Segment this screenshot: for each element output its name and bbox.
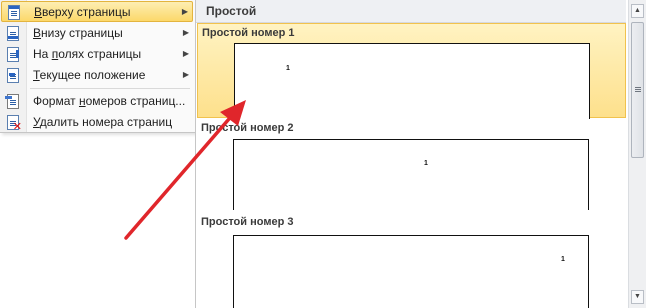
menu-item-bottom-of-page[interactable]: Внизу страницы ▶	[1, 22, 193, 43]
menu-item-label-prefix: Формат	[33, 93, 79, 108]
menu-item-remove-page-numbers[interactable]: ✕ Удалить номера страниц	[1, 111, 193, 132]
menu-item-label: низу страницы	[41, 25, 123, 40]
menu-separator	[30, 88, 190, 89]
submenu-arrow-icon: ▶	[181, 7, 189, 16]
page-number-sample: 1	[561, 256, 565, 263]
format-page-numbers-icon	[4, 93, 20, 109]
gallery-tile-title: Простой номер 2	[201, 122, 294, 134]
gallery-section-title: Простой	[206, 4, 257, 18]
menu-item-label: олях страницы	[58, 46, 142, 61]
gallery-tile-simple-1[interactable]: Простой номер 1 1	[197, 23, 626, 119]
menu-item-current-position[interactable]: Текущее положение ▶	[1, 64, 193, 85]
remove-page-numbers-icon: ✕	[4, 114, 22, 132]
gallery-tile-simple-2[interactable]: Простой номер 2 1	[197, 118, 626, 210]
gallery-scrollbar[interactable]: ▲ ▼	[628, 0, 646, 308]
page-number-sample: 1	[286, 65, 290, 72]
gallery-tile-simple-3[interactable]: Простой номер 3 1	[197, 212, 626, 308]
menu-item-format-page-numbers[interactable]: Формат номеров страниц...	[1, 90, 193, 111]
menu-item-label: верху страницы	[42, 4, 131, 19]
menu-item-accel: В	[34, 4, 43, 19]
scroll-up-button[interactable]: ▲	[631, 4, 644, 18]
menu-item-label: далить номера страниц	[39, 114, 173, 129]
menu-item-accel: У	[33, 114, 40, 129]
page-number-menu: Вверху страницы ▶ Внизу страницы ▶ На по…	[0, 0, 196, 133]
current-position-icon	[4, 67, 20, 83]
page-preview: 1	[233, 235, 589, 308]
page-number-gallery: Простой Простой номер 1 1 Простой номер …	[195, 0, 646, 308]
menu-item-label-prefix: На	[33, 46, 52, 61]
page-header-icon	[5, 4, 21, 20]
scroll-down-button[interactable]: ▼	[631, 290, 644, 304]
menu-item-top-of-page[interactable]: Вверху страницы ▶	[1, 1, 193, 22]
submenu-arrow-icon: ▶	[182, 70, 190, 79]
page-preview: 1	[234, 43, 590, 119]
page-margin-icon	[4, 46, 20, 62]
submenu-arrow-icon: ▶	[182, 28, 190, 37]
gallery-tile-title: Простой номер 1	[202, 27, 295, 39]
grip-icon	[635, 87, 641, 88]
scroll-thumb[interactable]	[631, 22, 644, 158]
gallery-tile-title: Простой номер 3	[201, 216, 294, 228]
page-footer-icon	[4, 25, 20, 41]
submenu-arrow-icon: ▶	[182, 49, 190, 58]
menu-item-label: омеров страниц...	[85, 93, 186, 108]
menu-item-label: екущее положение	[39, 67, 146, 82]
menu-item-page-margins[interactable]: На полях страницы ▶	[1, 43, 193, 64]
page-preview: 1	[233, 139, 589, 210]
menu-item-accel: н	[78, 93, 86, 108]
menu-item-accel: Т	[33, 67, 40, 82]
gallery-section-header: Простой	[196, 0, 626, 23]
menu-item-accel: В	[33, 25, 42, 40]
page-number-sample: 1	[424, 160, 428, 167]
